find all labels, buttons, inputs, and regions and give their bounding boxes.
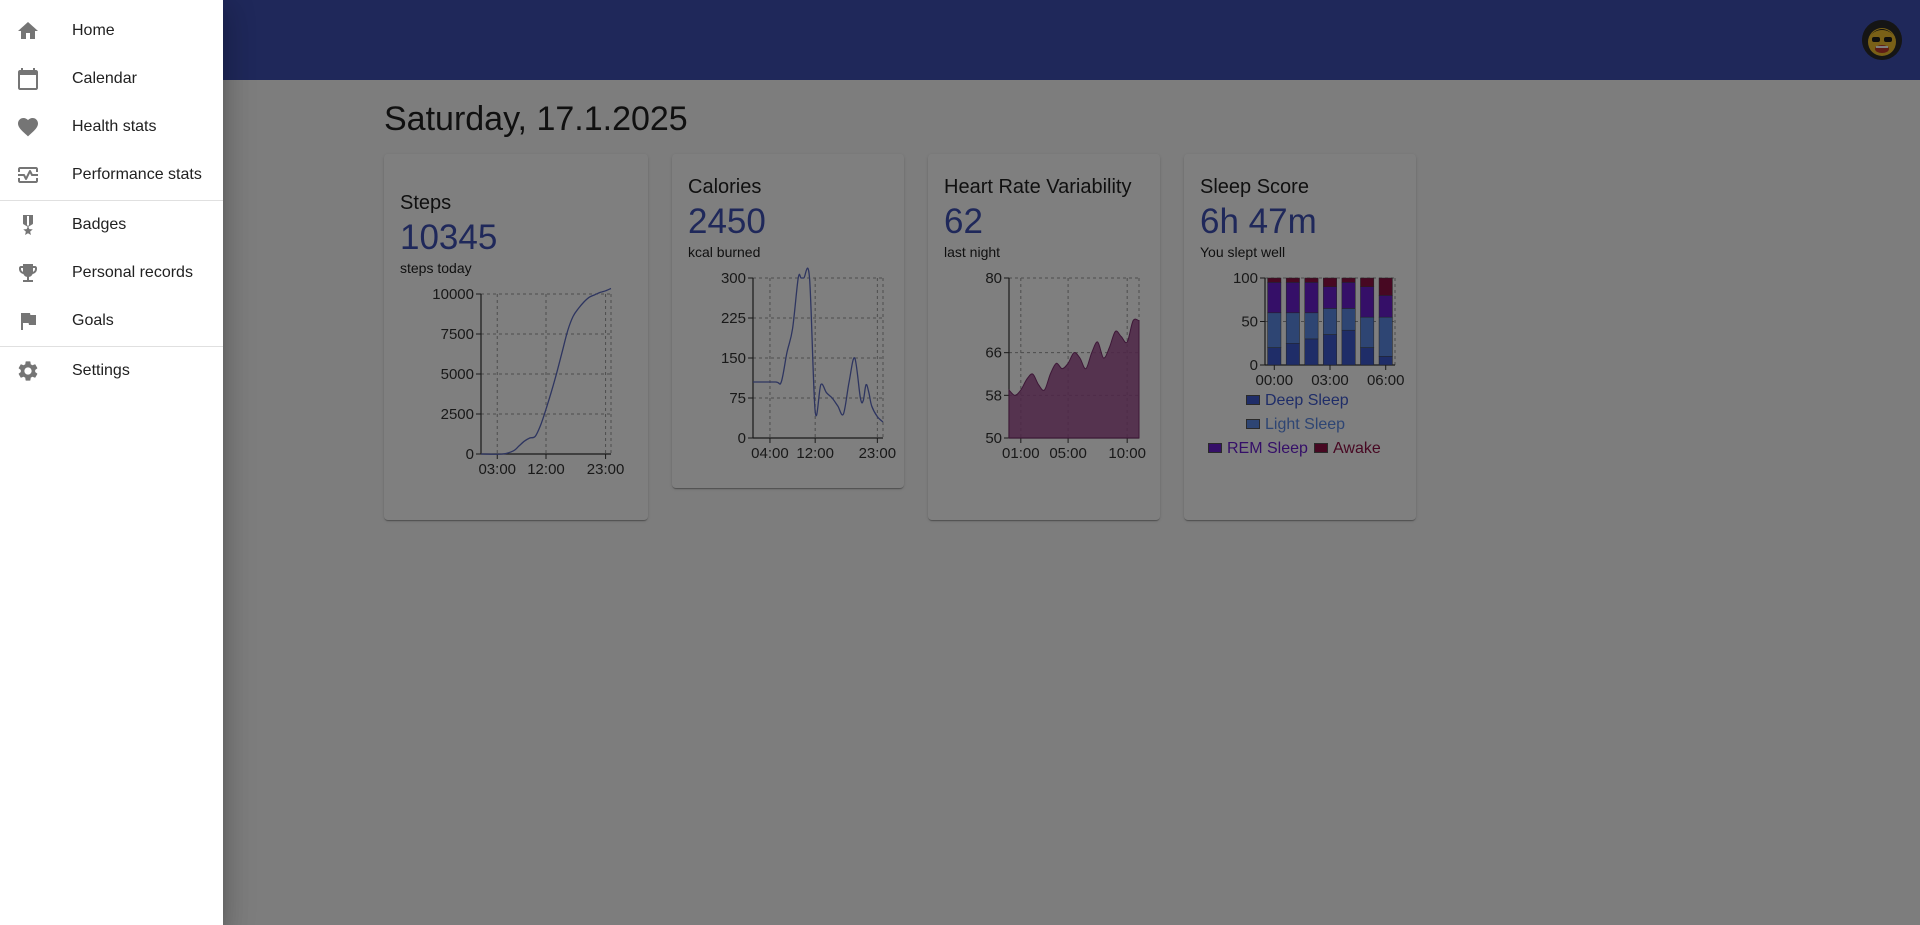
nav-item-label: Performance stats — [72, 166, 202, 183]
calendar-icon — [16, 67, 40, 91]
gear-icon — [16, 359, 40, 383]
nav-item-badges[interactable]: Badges — [0, 201, 223, 249]
nav-item-label: Settings — [72, 362, 130, 379]
monitor-heart-icon — [16, 163, 40, 187]
nav-item-health-stats[interactable]: Health stats — [0, 103, 223, 151]
heart-icon — [16, 115, 40, 139]
nav-item-personal-records[interactable]: Personal records — [0, 249, 223, 297]
nav-item-settings[interactable]: Settings — [0, 347, 223, 395]
nav-item-label: Home — [72, 22, 115, 39]
drawer-backdrop[interactable] — [0, 0, 1920, 925]
nav-item-label: Badges — [72, 216, 127, 233]
flag-icon — [16, 309, 40, 333]
nav-item-label: Goals — [72, 312, 114, 329]
nav-item-label: Health stats — [72, 118, 157, 135]
home-icon — [16, 19, 40, 43]
nav-item-performance-stats[interactable]: Performance stats — [0, 151, 223, 199]
nav-item-goals[interactable]: Goals — [0, 297, 223, 345]
nav-item-home[interactable]: Home — [0, 7, 223, 55]
badge-icon — [16, 213, 40, 237]
navigation-drawer: Home Calendar Health stats Performance stat… — [0, 0, 223, 925]
nav-item-label: Calendar — [72, 70, 137, 87]
nav-item-calendar[interactable]: Calendar — [0, 55, 223, 103]
nav-item-label: Personal records — [72, 264, 193, 281]
trophy-icon — [16, 261, 40, 285]
